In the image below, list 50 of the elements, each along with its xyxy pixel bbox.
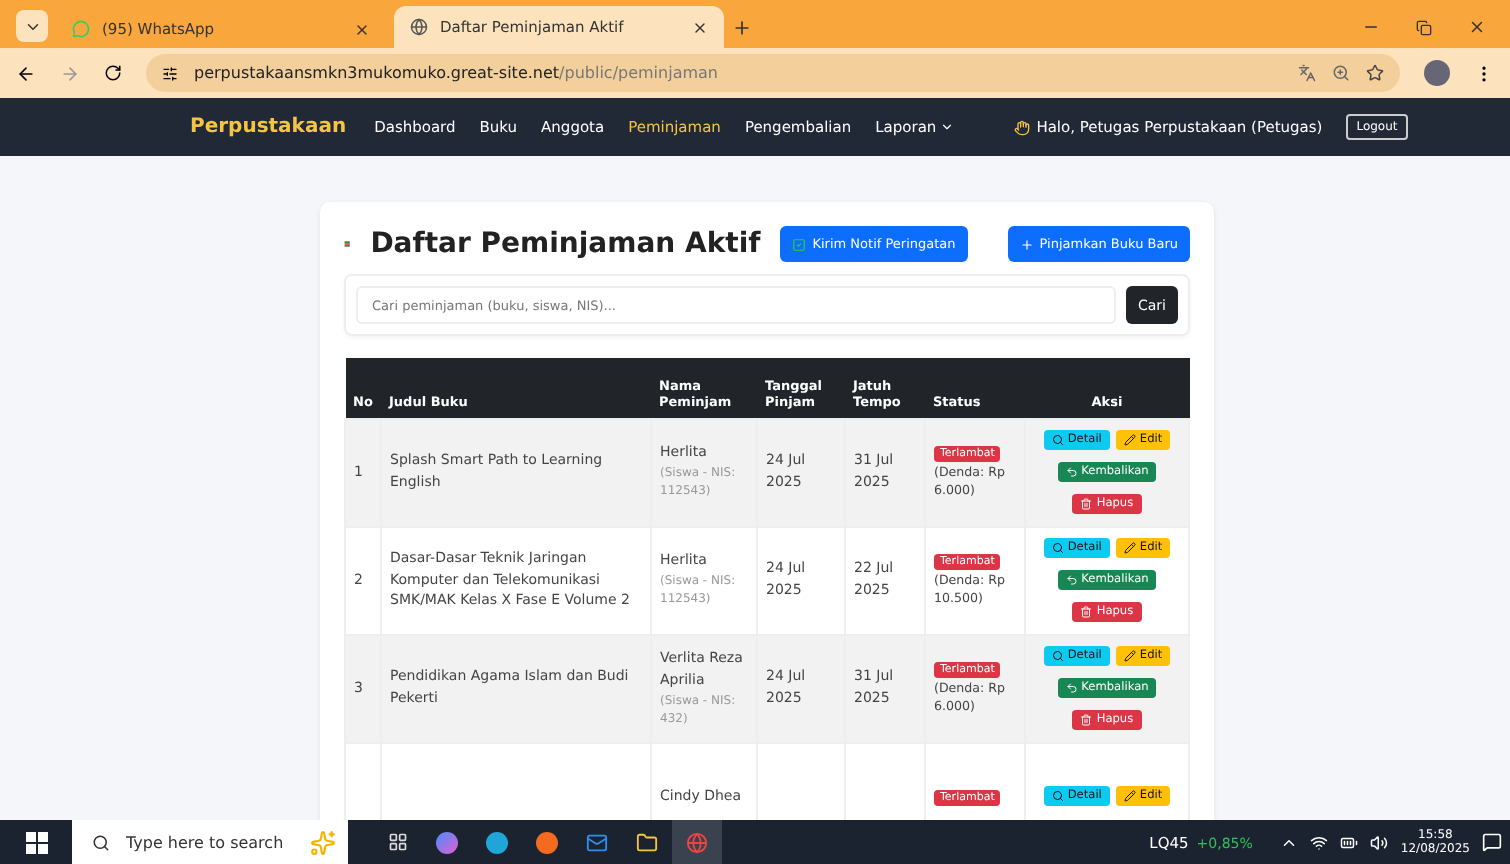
star-icon[interactable] <box>1366 64 1384 82</box>
caret-icon <box>940 120 955 134</box>
return-icon <box>1065 574 1078 586</box>
sparkle-icon <box>310 829 336 855</box>
pencil-icon <box>1123 434 1136 446</box>
restore-icon[interactable] <box>1416 19 1432 35</box>
plus-icon <box>1019 237 1034 251</box>
globe-icon[interactable] <box>686 831 708 853</box>
globe-icon <box>410 18 428 36</box>
search-icon <box>92 833 110 851</box>
wifi-icon[interactable] <box>1310 833 1329 851</box>
trash-icon <box>1080 714 1093 726</box>
pencil-icon <box>1123 650 1136 662</box>
mail-icon[interactable] <box>586 831 608 853</box>
return-icon <box>1065 682 1078 694</box>
site-brand[interactable]: Perpustakaan <box>190 116 347 138</box>
search-icon <box>1051 542 1064 554</box>
close-icon[interactable] <box>692 19 708 35</box>
translate-icon[interactable] <box>1298 64 1316 82</box>
profile-avatar[interactable] <box>1424 60 1450 86</box>
hand-icon <box>1014 119 1031 135</box>
search-icon <box>1051 790 1064 802</box>
pencil-icon <box>1123 790 1136 802</box>
return-icon <box>1065 466 1078 478</box>
folder-icon[interactable] <box>636 831 658 853</box>
address-bar[interactable]: perpustakaansmkn3mukomuko.great-site.net/public/peminjaman <box>146 54 1400 92</box>
page-title: Daftar Peminjaman Aktif <box>370 228 761 260</box>
back-icon[interactable] <box>16 63 36 83</box>
app-circle-icon[interactable] <box>486 831 508 853</box>
zoom-icon[interactable] <box>1332 64 1350 82</box>
speaker-icon[interactable] <box>1370 833 1389 851</box>
battery-icon[interactable] <box>1340 833 1359 851</box>
chat-icon <box>72 20 90 38</box>
site-settings-icon[interactable] <box>162 65 178 81</box>
notification-icon[interactable] <box>1482 832 1502 852</box>
close-icon[interactable] <box>354 21 370 37</box>
windows-icon <box>25 831 47 853</box>
new-tab-icon[interactable] <box>732 18 752 38</box>
check-icon <box>792 237 807 251</box>
trash-icon <box>1080 606 1093 618</box>
app-circle-icon[interactable] <box>436 831 458 853</box>
task-view-icon[interactable] <box>387 832 407 852</box>
app-circle-icon[interactable] <box>536 831 558 853</box>
search-icon <box>1051 650 1064 662</box>
taskbar-search-field[interactable]: Type here to search <box>72 820 348 864</box>
reload-icon[interactable] <box>104 64 122 82</box>
close-icon[interactable] <box>1468 18 1486 36</box>
pencil-icon <box>1123 542 1136 554</box>
trash-icon <box>1080 498 1093 510</box>
search-icon <box>1051 434 1064 446</box>
